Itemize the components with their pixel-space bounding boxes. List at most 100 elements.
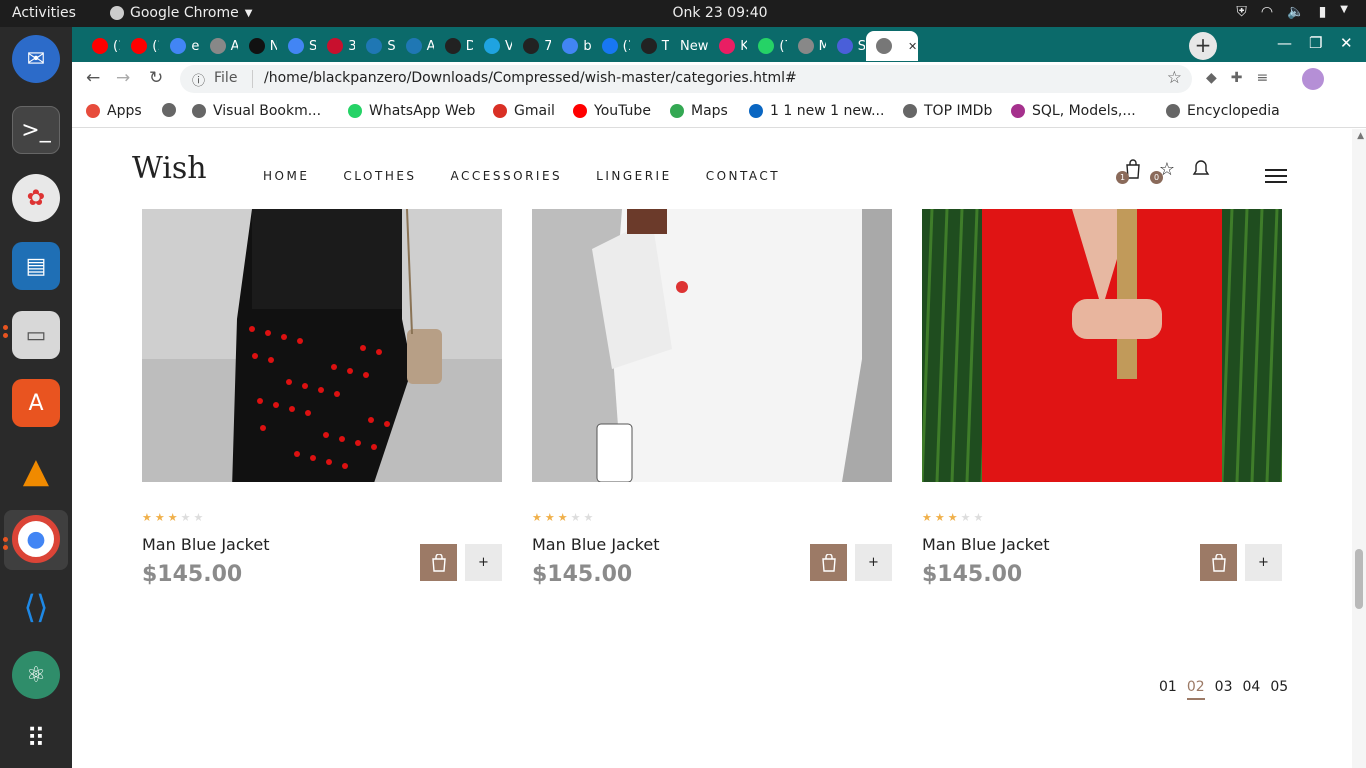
bookmark-item[interactable]: Visual Bookm... xyxy=(192,103,321,119)
nav-contact[interactable]: CONTACT xyxy=(706,169,780,183)
chrome-icon[interactable]: ● xyxy=(12,515,60,563)
product-image[interactable] xyxy=(922,209,1282,482)
tab[interactable]: bo xyxy=(552,31,591,61)
tab[interactable]: Ka xyxy=(709,31,747,61)
vlc-icon[interactable]: ▲ xyxy=(12,447,60,495)
bookmark-item[interactable]: Gmail xyxy=(493,103,555,119)
bookmark-item[interactable]: 1 1 new 1 new... xyxy=(749,103,884,119)
bookmark-item[interactable]: SQL, Models,... xyxy=(1011,103,1136,119)
add-to-cart-button[interactable] xyxy=(1200,544,1237,581)
tab-favicon-icon xyxy=(797,38,814,54)
tab[interactable]: (1 xyxy=(121,31,159,61)
reload-icon[interactable]: ↻ xyxy=(149,68,163,88)
thunderbird-icon[interactable]: ✉ xyxy=(12,35,60,83)
page-link[interactable]: 02 xyxy=(1186,679,1205,700)
tab-label: 75 xyxy=(544,38,552,54)
wishlist-star-icon[interactable]: ☆ 0 xyxy=(1150,159,1178,184)
browser-window: + — ❐ ✕ (1 (1 eu Au Ne Si 30 Si Al D Vi 75 bo (1 Th New… xyxy=(72,27,1366,768)
back-icon[interactable]: ← xyxy=(86,68,100,88)
tab[interactable]: Si xyxy=(356,31,395,61)
bookmark-item[interactable]: Maps xyxy=(670,103,728,119)
quick-view-plus-button[interactable]: + xyxy=(855,544,892,581)
tab[interactable]: Ne xyxy=(239,31,277,61)
terminal-icon[interactable]: >_ xyxy=(12,106,60,154)
product-name[interactable]: Man Blue Jacket xyxy=(922,535,1049,554)
address-bar[interactable]: ⓘ File /home/blackpanzero/Downloads/Comp… xyxy=(180,65,1192,93)
puzzle-icon[interactable]: ✚ xyxy=(1231,70,1243,86)
page-link[interactable]: 04 xyxy=(1242,679,1260,700)
url-text[interactable]: /home/blackpanzero/Downloads/Compressed/… xyxy=(264,70,797,86)
bookmarks-bar: Apps Visual Bookm... WhatsApp Web Gmail YouT… xyxy=(72,96,1366,128)
tab-active[interactable]: ✕ xyxy=(866,31,918,61)
tab[interactable]: Se xyxy=(827,31,865,61)
page-link[interactable]: 01 xyxy=(1159,679,1177,700)
files-icon[interactable]: ▭ xyxy=(12,311,60,359)
tab[interactable]: (7 xyxy=(748,31,787,61)
system-tray[interactable]: ⛨ ◠ 🔈 ▮ ▼ xyxy=(1236,4,1348,20)
bookmark-star-icon[interactable]: ☆ xyxy=(1167,68,1182,88)
tab[interactable]: (1 xyxy=(592,31,630,61)
scroll-up-arrow-icon[interactable]: ▲ xyxy=(1357,131,1364,141)
tab[interactable]: Al xyxy=(396,31,434,61)
profile-avatar[interactable] xyxy=(1302,68,1324,90)
site-logo[interactable]: Wish xyxy=(132,151,207,186)
bookmark-item[interactable]: YouTube xyxy=(573,103,651,119)
bookmark-item[interactable]: Encyclopedia xyxy=(1166,103,1280,119)
software-center-icon[interactable]: A xyxy=(12,379,60,427)
minimize-icon[interactable]: — xyxy=(1277,34,1292,52)
maximize-icon[interactable]: ❐ xyxy=(1309,34,1322,52)
lifesaver-app-icon[interactable]: ✿ xyxy=(12,174,60,222)
add-to-cart-button[interactable] xyxy=(420,544,457,581)
product-image[interactable] xyxy=(142,209,502,482)
product-name[interactable]: Man Blue Jacket xyxy=(532,535,659,554)
quick-view-plus-button[interactable]: + xyxy=(1245,544,1282,581)
tab[interactable]: Th xyxy=(631,31,669,61)
show-apps-icon[interactable]: ⠿ xyxy=(12,715,60,763)
bookmark-item[interactable]: WhatsApp Web xyxy=(348,103,475,119)
nav-home[interactable]: HOME xyxy=(263,169,309,183)
nav-accessories[interactable]: ACCESSORIES xyxy=(451,169,563,183)
info-icon[interactable]: ⓘ xyxy=(192,70,205,89)
hamburger-menu-icon[interactable] xyxy=(1265,169,1287,187)
bookmark-label: Visual Bookm... xyxy=(213,103,322,119)
star-icon: ★ xyxy=(570,511,584,524)
tab[interactable]: 75 xyxy=(513,31,551,61)
writer-icon[interactable]: ▤ xyxy=(12,242,60,290)
tab[interactable]: New xyxy=(670,31,708,61)
atom-icon[interactable]: ⚛ xyxy=(12,651,60,699)
tab[interactable]: Si xyxy=(278,31,316,61)
tab[interactable]: Vi xyxy=(474,31,512,61)
clock[interactable]: Onk 23 09:40 xyxy=(0,5,1366,21)
tab[interactable]: 30 xyxy=(317,31,355,61)
new-tab-button[interactable]: + xyxy=(1189,32,1217,60)
tab[interactable]: eu xyxy=(160,31,199,61)
tab-favicon-icon xyxy=(209,38,226,54)
close-tab-icon[interactable]: ✕ xyxy=(908,40,917,53)
vscode-icon[interactable]: ⟨⟩ xyxy=(12,583,60,631)
forward-icon[interactable]: → xyxy=(116,68,130,88)
page-scrollbar[interactable]: ▲ xyxy=(1352,129,1366,768)
bookmark-item[interactable]: Apps xyxy=(86,103,142,119)
tab[interactable]: Au xyxy=(200,31,238,61)
user-icon[interactable] xyxy=(1190,159,1212,183)
tab[interactable]: M xyxy=(788,31,826,61)
add-to-cart-button[interactable] xyxy=(810,544,847,581)
cart-icon[interactable]: 1 xyxy=(1116,159,1144,184)
bookmark-item[interactable]: TOP IMDb xyxy=(903,103,992,119)
page-link[interactable]: 05 xyxy=(1270,679,1288,700)
nav-clothes[interactable]: CLOTHES xyxy=(343,169,416,183)
bookmark-favicon-icon xyxy=(493,104,507,118)
close-window-icon[interactable]: ✕ xyxy=(1340,34,1353,52)
extension-icon[interactable]: ◆ xyxy=(1206,70,1217,86)
media-control-icon[interactable]: ≡ xyxy=(1257,70,1269,86)
page-link[interactable]: 03 xyxy=(1215,679,1233,700)
tab[interactable]: D xyxy=(435,31,473,61)
bookmark-item[interactable] xyxy=(162,103,183,117)
nav-lingerie[interactable]: LINGERIE xyxy=(596,169,672,183)
product-image[interactable] xyxy=(532,209,892,482)
tab[interactable]: (1 xyxy=(82,31,120,61)
quick-view-plus-button[interactable]: + xyxy=(465,544,502,581)
star-icon: ★ xyxy=(180,511,194,524)
scrollbar-thumb[interactable] xyxy=(1355,549,1363,609)
product-name[interactable]: Man Blue Jacket xyxy=(142,535,269,554)
